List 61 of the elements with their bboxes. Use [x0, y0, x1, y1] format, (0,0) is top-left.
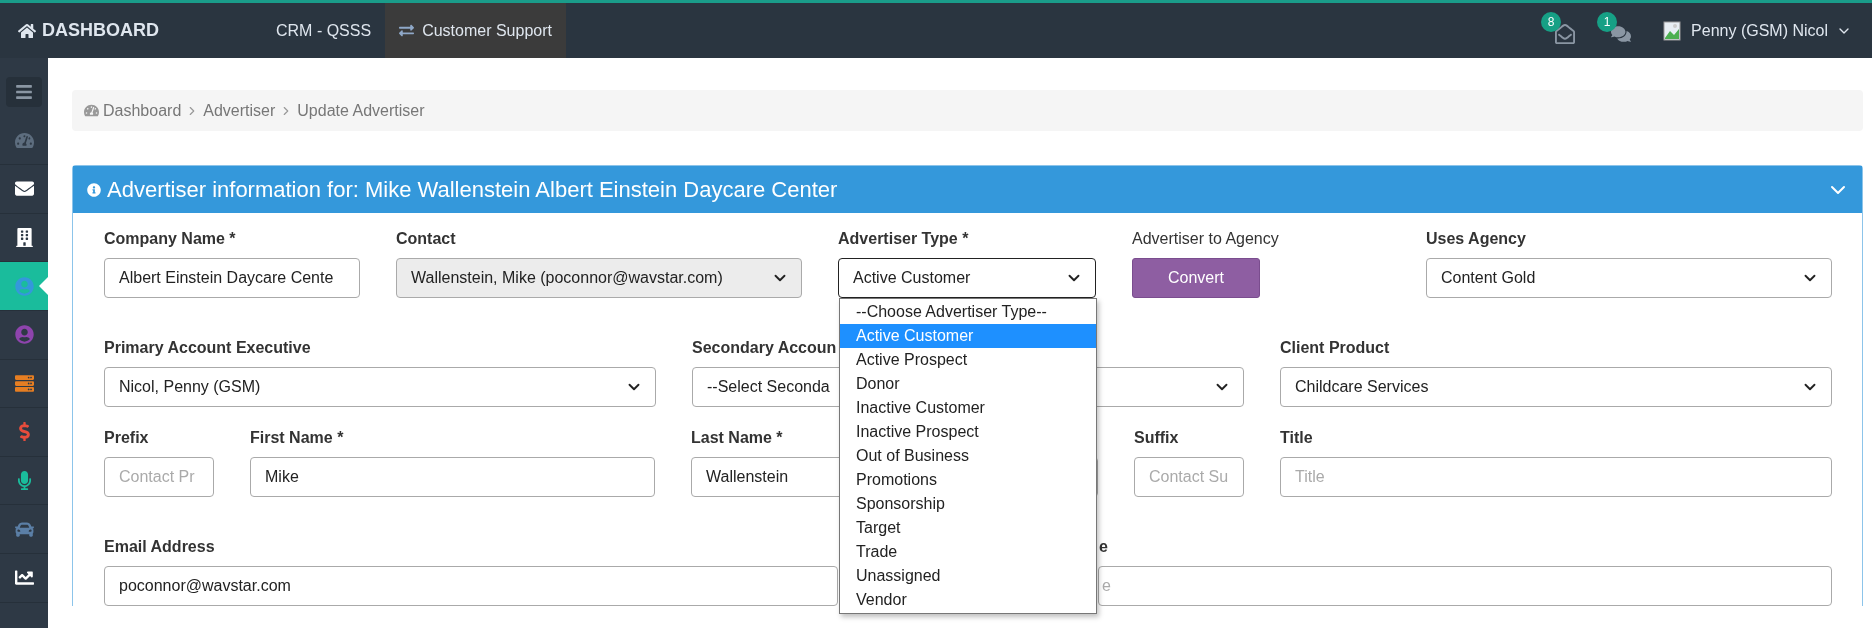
count-badge: 1 [1597, 11, 1618, 32]
field-label: Email Address [104, 537, 215, 557]
home-icon [18, 21, 36, 40]
dropdown-option[interactable]: Inactive Prospect [840, 420, 1096, 444]
field-label: e [1098, 537, 1108, 557]
select-field[interactable]: Childcare Services [1280, 367, 1832, 407]
field-label: Prefix [104, 428, 149, 448]
dropdown-option[interactable]: Active Prospect [840, 348, 1096, 372]
dropdown-option[interactable]: --Choose Advertiser Type-- [840, 300, 1096, 324]
input-field[interactable]: Contact Pr [104, 457, 214, 497]
nav-tab[interactable]: Customer Support [385, 3, 566, 58]
select-field[interactable]: Content Gold [1426, 258, 1832, 298]
info-icon [87, 182, 101, 197]
nav-tab[interactable]: CRM - QSSS [262, 3, 386, 58]
dropdown-option[interactable]: Unassigned [840, 564, 1096, 588]
dropdown-option[interactable]: Vendor [840, 588, 1096, 612]
nav-label: Customer Support [422, 21, 552, 40]
input-field[interactable]: e [1098, 566, 1832, 606]
brand[interactable]: DASHBOARD [0, 20, 262, 41]
dropdown-option[interactable]: Out of Business [840, 444, 1096, 468]
input-field[interactable]: poconnor@wavstar.com [104, 566, 838, 606]
user-menu[interactable]: Penny (GSM) Nicol [1661, 15, 1852, 46]
field-label: Advertiser Type * [838, 229, 969, 249]
dropdown-option[interactable]: Target [840, 516, 1096, 540]
dropdown-option[interactable]: Inactive Customer [840, 396, 1096, 420]
breadcrumb-link[interactable]: Dashboard [103, 101, 182, 120]
field-label: Company Name * [104, 229, 236, 249]
field-label: First Name * [250, 428, 344, 448]
field-label: Client Product [1280, 338, 1390, 358]
active-notch-icon [39, 277, 48, 296]
convert-button[interactable]: Convert [1132, 258, 1260, 298]
chat-icon[interactable] [1611, 23, 1632, 44]
field-label: Secondary Accoun [692, 338, 837, 358]
field-label: Primary Account Executive [104, 338, 311, 358]
field-label: Last Name * [691, 428, 783, 448]
field-label: Suffix [1134, 428, 1179, 448]
swap-icon [399, 23, 415, 38]
menu-button[interactable] [6, 77, 42, 108]
select-field[interactable]: Active Customer [838, 258, 1096, 298]
input-field[interactable]: Albert Einstein Daycare Cente [104, 258, 360, 298]
dropdown-option[interactable]: Sponsorship [840, 492, 1096, 516]
field-label: Advertiser to Agency [1132, 229, 1279, 249]
field-label: Uses Agency [1426, 229, 1526, 249]
sidebar-item[interactable] [0, 262, 48, 311]
field-label: Contact [396, 229, 456, 249]
field-label: Title [1280, 428, 1313, 448]
breadcrumb-link[interactable]: Advertiser [203, 101, 276, 120]
user-name: Penny (GSM) Nicol [1691, 21, 1828, 40]
brand-label: DASHBOARD [42, 20, 159, 41]
nav-label: CRM - QSSS [276, 21, 372, 40]
dropdown-option[interactable]: Promotions [840, 468, 1096, 492]
select-field[interactable]: Nicol, Penny (GSM) [104, 367, 656, 407]
dropdown-option[interactable]: Donor [840, 372, 1096, 396]
panel-title: Advertiser information for: Mike Wallenstein Albert Einstein Daycare Center [107, 176, 838, 203]
input-field[interactable]: Contact Su [1134, 457, 1244, 497]
messages-icon[interactable] [1555, 23, 1576, 44]
input-field[interactable]: Mike [250, 457, 655, 497]
count-badge: 8 [1541, 11, 1562, 32]
gauge-icon [84, 103, 99, 118]
dropdown-option[interactable]: Trade [840, 540, 1096, 564]
input-field[interactable]: Title [1280, 457, 1832, 497]
